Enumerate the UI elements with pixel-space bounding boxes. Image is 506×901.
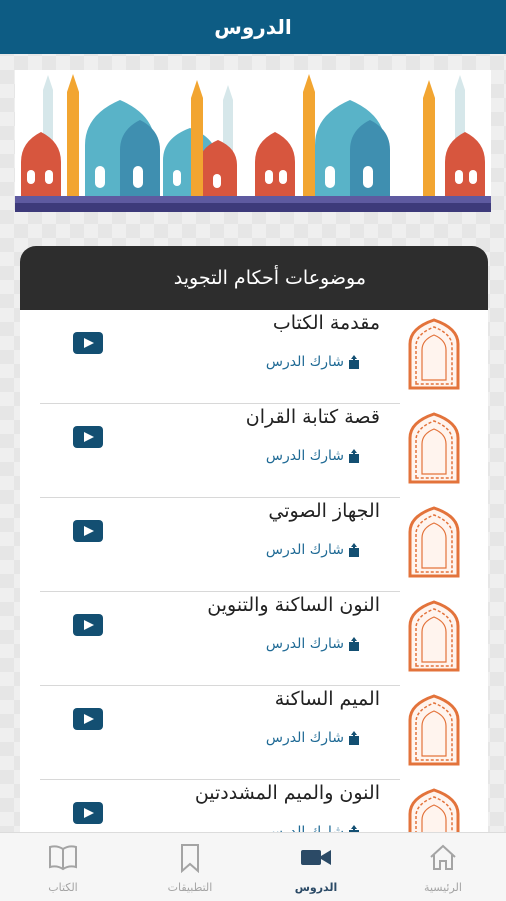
lesson-thumbnail-icon [408,600,460,672]
tab-label: الكتاب [48,881,78,894]
play-button[interactable] [73,614,103,636]
share-lesson-link[interactable]: شارك الدرس [266,448,360,464]
share-lesson-link[interactable]: شارك الدرس [266,542,360,558]
lesson-item[interactable]: مقدمة الكتاب شارك الدرس [20,310,488,404]
share-lesson-link[interactable]: شارك الدرس [266,354,360,370]
lesson-thumbnail-icon [408,318,460,390]
mosque-illustration [15,74,491,212]
video-icon [301,850,331,865]
share-icon [349,731,359,745]
lesson-title: النون والميم المشددتين [194,782,380,804]
play-button[interactable] [73,426,103,448]
lesson-title: مقدمة الكتاب [272,312,380,334]
lesson-title: النون الساكنة والتنوين [207,594,380,616]
bookmark-icon [181,844,199,873]
share-icon [349,543,359,557]
share-icon [349,449,359,463]
section-header: موضوعات أحكام التجويد [20,246,488,310]
lesson-thumbnail-icon [408,412,460,484]
home-icon [430,844,456,870]
play-button[interactable] [73,520,103,542]
share-icon [349,637,359,651]
lesson-item[interactable]: قصة كتابة القران شارك الدرس [20,404,488,498]
tab-label: الدروس [294,881,338,894]
lesson-item[interactable]: الميم الساكنة شارك الدرس [20,686,488,780]
lessons-card: موضوعات أحكام التجويد مقدمة الكتاب شارك … [20,246,488,846]
share-lesson-link[interactable]: شارك الدرس [266,636,360,652]
tab-applications[interactable]: التطبيقات [127,833,253,901]
lesson-item[interactable]: الجهاز الصوتي شارك الدرس [20,498,488,592]
page-title: الدروس [214,15,292,39]
tab-home[interactable]: الرئيسية [380,833,506,901]
lesson-item[interactable]: النون الساكنة والتنوين شارك الدرس [20,592,488,686]
tab-label: الرئيسية [424,881,462,894]
tab-book[interactable]: الكتاب [0,833,126,901]
tab-lessons[interactable]: الدروس [253,833,379,901]
lesson-thumbnail-icon [408,506,460,578]
lesson-thumbnail-icon [408,694,460,766]
tab-label: التطبيقات [167,881,213,894]
play-button[interactable] [73,708,103,730]
share-lesson-link[interactable]: شارك الدرس [266,730,360,746]
play-button[interactable] [73,332,103,354]
lesson-title: الجهاز الصوتي [268,500,380,522]
lesson-title: قصة كتابة القران [245,406,380,428]
bottom-tab-bar: الرئيسية الدروس التطبيقات الكتاب [0,832,506,901]
book-icon [49,845,77,871]
section-title: موضوعات أحكام التجويد [173,267,366,289]
share-icon [349,355,359,369]
app-header: الدروس [0,0,506,54]
lesson-title: الميم الساكنة [274,688,380,710]
play-button[interactable] [73,802,103,824]
mosque-banner [15,70,491,212]
